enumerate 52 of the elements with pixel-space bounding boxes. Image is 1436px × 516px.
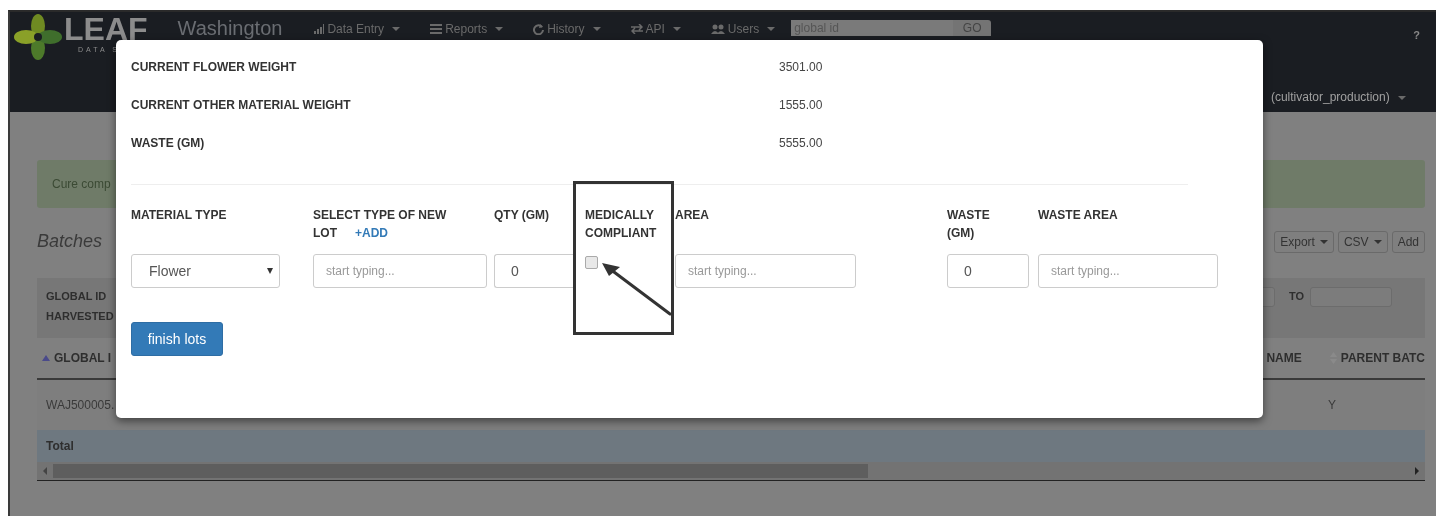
- column-header[interactable]: PARENT BATC: [1329, 351, 1425, 365]
- toolbar-button[interactable]: Export: [1274, 230, 1334, 253]
- sort-ascending-icon: [42, 355, 50, 361]
- summary-label: CURRENT OTHER MATERIAL WEIGHT: [131, 98, 352, 112]
- list-icon: [430, 24, 443, 34]
- bar-chart-icon: [314, 24, 325, 34]
- number-field[interactable]: 0: [947, 254, 1029, 288]
- swap-arrows-icon: [630, 24, 643, 34]
- horizontal-scrollbar[interactable]: [37, 462, 1425, 481]
- field-label: AREA: [675, 208, 709, 222]
- material-type-select[interactable]: Flower: [131, 254, 280, 288]
- refresh-icon: [533, 23, 545, 35]
- input-field[interactable]: start typing...: [675, 254, 856, 288]
- summary-label: WASTE (GM): [131, 136, 206, 150]
- logo-text: LEAF: [64, 12, 148, 46]
- nav-menu[interactable]: Reports: [430, 22, 504, 36]
- toolbar-button[interactable]: CSV: [1337, 230, 1388, 253]
- field-label: SELECT TYPE OF NEW LOT +ADD: [313, 208, 447, 240]
- summary-label: CURRENT FLOWER WEIGHT: [131, 60, 298, 74]
- finish-lots-button[interactable]: finish lots: [131, 322, 223, 356]
- pointer-arrow: [600, 262, 672, 316]
- filter-label: GLOBAL ID: [46, 290, 108, 302]
- column-header[interactable]: GLOBAL I: [42, 351, 112, 365]
- input-field[interactable]: start typing...: [313, 254, 487, 288]
- toolbar-button[interactable]: Add: [1391, 230, 1425, 253]
- summary-value: 1555.00: [779, 98, 823, 112]
- nav-menu[interactable]: Users: [710, 22, 776, 36]
- field-label: MEDICALLY COMPLIANT: [585, 208, 657, 240]
- summary-value: 3501.00: [779, 60, 823, 74]
- nav-menu[interactable]: Data Entry: [314, 22, 401, 36]
- region-title: Washington: [177, 16, 283, 40]
- input-field[interactable]: start typing...: [1038, 254, 1218, 288]
- help-link[interactable]: ?: [1413, 29, 1420, 41]
- field-label: WASTE AREA: [1038, 208, 1118, 222]
- total-label: Total: [46, 439, 74, 453]
- field-label: MATERIAL TYPE: [131, 208, 227, 222]
- field-label: QTY (GM): [494, 208, 550, 222]
- add-link[interactable]: +ADD: [355, 226, 388, 240]
- table-cell: WAJ500005.: [46, 398, 115, 412]
- table-cell: Y: [1328, 398, 1336, 412]
- section-title: Batches: [37, 231, 103, 252]
- summary-value: 5555.00: [779, 136, 823, 150]
- nav-menu[interactable]: History: [533, 22, 601, 36]
- users-icon: [710, 24, 725, 34]
- user-menu[interactable]: (cultivator_production): [1270, 90, 1406, 104]
- nav-menu[interactable]: API: [630, 22, 681, 36]
- column-header[interactable]: NAME: [1266, 351, 1302, 365]
- filter-label: TO: [1288, 290, 1304, 302]
- checkbox[interactable]: [585, 256, 598, 269]
- filter-label: HARVESTED: [46, 310, 114, 322]
- number-field[interactable]: 0: [494, 254, 574, 288]
- field-label: WASTE (GM): [947, 208, 990, 240]
